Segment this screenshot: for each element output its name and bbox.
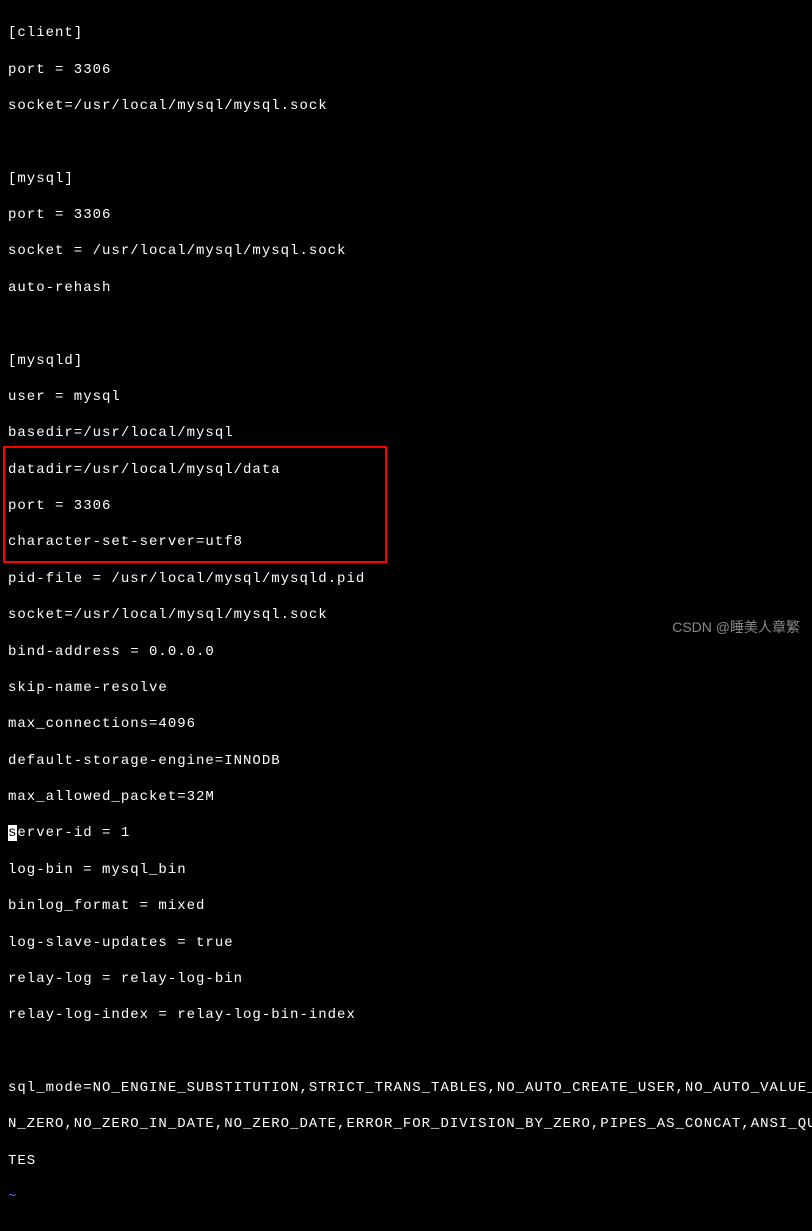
highlighted-line: server-id = 1 bbox=[8, 824, 804, 842]
config-line: [client] bbox=[8, 24, 804, 42]
config-line: skip-name-resolve bbox=[8, 679, 804, 697]
watermark: CSDN @睡美人章繁 bbox=[672, 617, 800, 637]
config-line: TES bbox=[8, 1152, 804, 1170]
terminal-output: [client] port = 3306 socket=/usr/local/m… bbox=[0, 0, 812, 1231]
config-line: port = 3306 bbox=[8, 206, 804, 224]
cursor: s bbox=[8, 825, 17, 841]
config-line: port = 3306 bbox=[8, 61, 804, 79]
config-line: datadir=/usr/local/mysql/data bbox=[8, 461, 804, 479]
config-line: character-set-server=utf8 bbox=[8, 533, 804, 551]
config-line: max_allowed_packet=32M bbox=[8, 788, 804, 806]
highlighted-line: log-slave-updates = true bbox=[8, 934, 804, 952]
config-line: [mysql] bbox=[8, 170, 804, 188]
config-line: bind-address = 0.0.0.0 bbox=[8, 643, 804, 661]
config-line: port = 3306 bbox=[8, 497, 804, 515]
highlighted-line: relay-log-index = relay-log-bin-index bbox=[8, 1006, 804, 1024]
blank-line bbox=[8, 315, 804, 333]
config-line: auto-rehash bbox=[8, 279, 804, 297]
highlighted-line: log-bin = mysql_bin bbox=[8, 861, 804, 879]
vim-tilde: ~ bbox=[8, 1188, 804, 1206]
config-line: user = mysql bbox=[8, 388, 804, 406]
blank-line bbox=[8, 133, 804, 151]
config-line: default-storage-engine=INNODB bbox=[8, 752, 804, 770]
config-line: basedir=/usr/local/mysql bbox=[8, 424, 804, 442]
highlighted-line: binlog_format = mixed bbox=[8, 897, 804, 915]
config-line: max_connections=4096 bbox=[8, 715, 804, 733]
config-line: pid-file = /usr/local/mysql/mysqld.pid bbox=[8, 570, 804, 588]
config-line: sql_mode=NO_ENGINE_SUBSTITUTION,STRICT_T… bbox=[8, 1079, 804, 1097]
config-line: socket=/usr/local/mysql/mysql.sock bbox=[8, 97, 804, 115]
config-line: socket = /usr/local/mysql/mysql.sock bbox=[8, 242, 804, 260]
config-line: N_ZERO,NO_ZERO_IN_DATE,NO_ZERO_DATE,ERRO… bbox=[8, 1115, 804, 1133]
blank-line bbox=[8, 1043, 804, 1061]
highlighted-line: relay-log = relay-log-bin bbox=[8, 970, 804, 988]
config-line: [mysqld] bbox=[8, 352, 804, 370]
